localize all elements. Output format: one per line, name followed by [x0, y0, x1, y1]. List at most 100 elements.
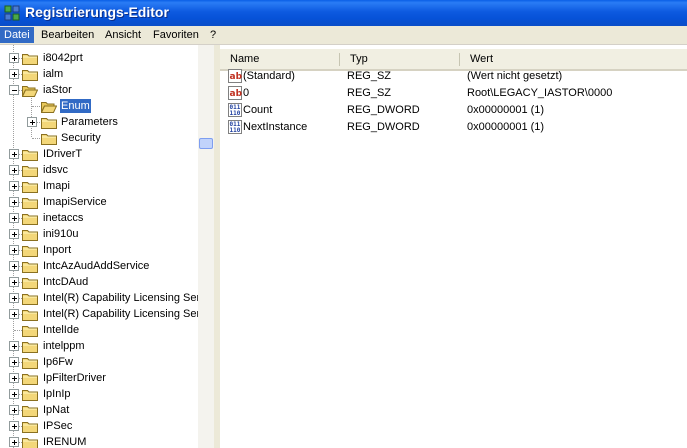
tree-item[interactable]: Security: [0, 130, 198, 146]
value-type: REG_DWORD: [347, 104, 420, 116]
column-separator[interactable]: [459, 53, 460, 66]
tree-item-label: ImapiService: [43, 196, 107, 208]
expand-plus-icon[interactable]: [9, 197, 19, 207]
tree-item[interactable]: iaStor: [0, 82, 198, 98]
tree-item-label: Ip6Fw: [43, 356, 73, 368]
value-type: REG_SZ: [347, 87, 392, 99]
folder-icon: [22, 214, 38, 225]
folder-icon: [22, 182, 38, 193]
tree-item[interactable]: Imapi: [0, 178, 198, 194]
tree-item[interactable]: ialm: [0, 66, 198, 82]
tree-item[interactable]: ImapiService: [0, 194, 198, 210]
expand-plus-icon[interactable]: [9, 405, 19, 415]
expand-plus-icon[interactable]: [9, 53, 19, 63]
tree-scrollbar-thumb[interactable]: [199, 138, 213, 149]
tree-connector-line: [32, 138, 40, 139]
expand-plus-icon[interactable]: [9, 389, 19, 399]
tree-item-label: IntcAzAudAddService: [43, 260, 150, 272]
title-bar[interactable]: Registrierungs-Editor: [0, 0, 687, 26]
menu-favoriten[interactable]: Favoriten: [149, 27, 203, 43]
value-name: Count: [243, 104, 273, 116]
tree-item[interactable]: Inport: [0, 242, 198, 258]
tree-item[interactable]: IpNat: [0, 402, 198, 418]
folder-icon: [22, 374, 38, 385]
tree-item-label: Intel(R) Capability Licensing Serv: [43, 308, 206, 320]
expand-plus-icon[interactable]: [9, 357, 19, 367]
tree-item-label: inetaccs: [43, 212, 84, 224]
tree-item[interactable]: Enum: [0, 98, 198, 114]
tree-item-label: ialm: [43, 68, 64, 80]
dword-value-icon: 011110: [228, 120, 242, 134]
tree-item[interactable]: IntcAzAudAddService: [0, 258, 198, 274]
menu-help[interactable]: ?: [206, 27, 220, 43]
expand-plus-icon[interactable]: [9, 373, 19, 383]
table-row[interactable]: ab (Standard) REG_SZ (Wert nicht gesetzt): [220, 68, 687, 85]
expand-plus-icon[interactable]: [9, 261, 19, 271]
expand-plus-icon[interactable]: [9, 149, 19, 159]
tree-item[interactable]: i8042prt: [0, 50, 198, 66]
tree-item[interactable]: Intel(R) Capability Licensing Serv: [0, 290, 206, 306]
tree-item[interactable]: ini910u: [0, 226, 198, 242]
tree-item[interactable]: IpFilterDriver: [0, 370, 198, 386]
tree-item[interactable]: IpInIp: [0, 386, 198, 402]
expand-plus-icon[interactable]: [27, 117, 37, 127]
expand-plus-icon[interactable]: [9, 421, 19, 431]
table-row[interactable]: ab 0 REG_SZ Root\LEGACY_IASTOR\0000: [220, 85, 687, 102]
expand-plus-icon[interactable]: [9, 69, 19, 79]
collapse-minus-icon[interactable]: [9, 85, 19, 95]
column-separator[interactable]: [339, 53, 340, 66]
svg-text:110: 110: [230, 127, 241, 134]
folder-icon: [22, 406, 38, 417]
expand-plus-icon[interactable]: [9, 229, 19, 239]
window-title: Registrierungs-Editor: [25, 4, 169, 20]
expand-plus-icon[interactable]: [9, 277, 19, 287]
expand-plus-icon[interactable]: [9, 245, 19, 255]
value-list[interactable]: Name Typ Wert ab (Standard) REG_SZ (Wert nich…: [220, 45, 687, 448]
tree-item[interactable]: Parameters: [0, 114, 198, 130]
folder-icon: [22, 310, 38, 321]
tree-item[interactable]: IRENUM: [0, 434, 198, 448]
folder-icon: [22, 294, 38, 305]
column-header-name[interactable]: Name: [220, 49, 340, 69]
dword-value-icon: 011110: [228, 103, 242, 117]
tree-item[interactable]: Intel(R) Capability Licensing Serv: [0, 306, 206, 322]
table-row[interactable]: 011 110 Count REG_DWORD 0x00000001 (1): [220, 102, 687, 119]
tree-item-label: IRENUM: [43, 436, 87, 448]
value-name: (Standard): [243, 70, 295, 82]
folder-icon: [22, 358, 38, 369]
tree-item-label: IpNat: [43, 404, 70, 416]
table-row[interactable]: 011 110 NextInstance REG_DWORD 0x00000001 (1…: [220, 119, 687, 136]
tree-item[interactable]: intelppm: [0, 338, 198, 354]
tree-connector-line: [32, 106, 40, 107]
folder-icon: [22, 262, 38, 273]
menu-ansicht[interactable]: Ansicht: [101, 27, 145, 43]
key-tree[interactable]: i8042prt ialm iaStor Enum Parameters Security…: [0, 45, 215, 448]
tree-item[interactable]: inetaccs: [0, 210, 198, 226]
menu-bar: Datei Bearbeiten Ansicht Favoriten?: [0, 26, 687, 45]
tree-item-label: IPSec: [43, 420, 73, 432]
expand-plus-icon[interactable]: [9, 437, 19, 447]
menu-bearbeiten[interactable]: Bearbeiten: [37, 27, 98, 43]
folder-icon: [22, 150, 38, 161]
value-data: Root\LEGACY_IASTOR\0000: [467, 87, 613, 99]
expand-plus-icon[interactable]: [9, 181, 19, 191]
tree-vertical-scrollbar[interactable]: [198, 45, 214, 448]
column-header-typ[interactable]: Typ: [340, 49, 460, 69]
tree-item-label: IpInIp: [43, 388, 71, 400]
expand-plus-icon[interactable]: [9, 341, 19, 351]
tree-item-label: IDriverT: [43, 148, 83, 160]
tree-item[interactable]: IntelIde: [0, 322, 198, 338]
tree-item[interactable]: IPSec: [0, 418, 198, 434]
tree-item[interactable]: idsvc: [0, 162, 198, 178]
expand-plus-icon[interactable]: [9, 293, 19, 303]
expand-plus-icon[interactable]: [9, 165, 19, 175]
string-value-icon: ab: [228, 86, 242, 100]
menu-datei[interactable]: Datei: [0, 27, 34, 43]
expand-plus-icon[interactable]: [9, 309, 19, 319]
tree-item[interactable]: Ip6Fw: [0, 354, 198, 370]
tree-item-label: intelppm: [43, 340, 85, 352]
tree-item[interactable]: IntcDAud: [0, 274, 198, 290]
expand-plus-icon[interactable]: [9, 213, 19, 223]
column-header-wert[interactable]: Wert: [460, 49, 687, 69]
tree-item[interactable]: IDriverT: [0, 146, 198, 162]
